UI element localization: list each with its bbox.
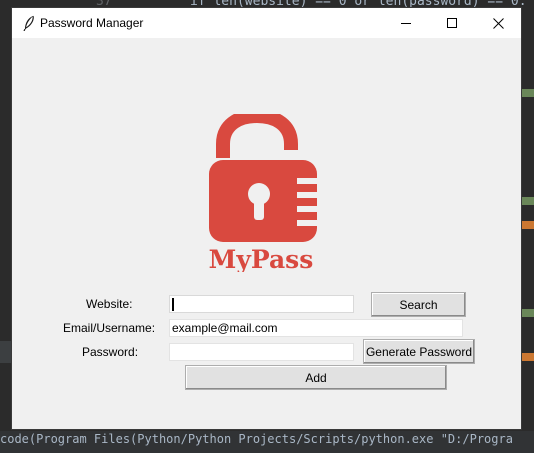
- password-label: Password:: [82, 345, 139, 359]
- password-input[interactable]: [169, 343, 354, 361]
- maximize-icon: [446, 14, 458, 33]
- website-input[interactable]: [169, 295, 354, 313]
- generate-password-button[interactable]: Generate Password: [363, 339, 475, 364]
- maximize-button[interactable]: [429, 8, 475, 38]
- add-button[interactable]: Add: [185, 365, 447, 390]
- window-title: Password Manager: [40, 16, 144, 30]
- background-fragment: [522, 309, 534, 317]
- email-input[interactable]: example@mail.com: [169, 319, 463, 337]
- mypass-logo: MyPass: [205, 108, 323, 274]
- minimize-icon: [400, 14, 412, 33]
- background-fragment: [522, 197, 534, 205]
- padlock-icon: [209, 108, 317, 242]
- background-editor-right: [522, 11, 534, 453]
- password-manager-window: Password Manager MyPass Website: Email/U…: [11, 7, 522, 430]
- background-highlight-band: [0, 341, 11, 363]
- email-label: Email/Username:: [63, 321, 156, 335]
- feather-icon: [22, 15, 36, 32]
- website-label: Website:: [86, 297, 133, 311]
- search-button[interactable]: Search: [371, 292, 466, 317]
- minimize-button[interactable]: [383, 8, 429, 38]
- background-terminal-line: code(Program Files(Python/Python Project…: [0, 431, 534, 453]
- logo-text: MyPass: [209, 245, 314, 272]
- title-bar[interactable]: Password Manager: [12, 8, 521, 38]
- background-fragment: [522, 221, 534, 229]
- background-editor-left: [0, 11, 11, 431]
- background-fragment: [522, 89, 534, 97]
- text-caret: [172, 298, 174, 311]
- close-icon: [492, 14, 504, 33]
- background-terminal-text: code(Program Files(Python/Python Project…: [0, 432, 513, 446]
- background-fragment: [522, 353, 534, 361]
- close-button[interactable]: [475, 8, 521, 38]
